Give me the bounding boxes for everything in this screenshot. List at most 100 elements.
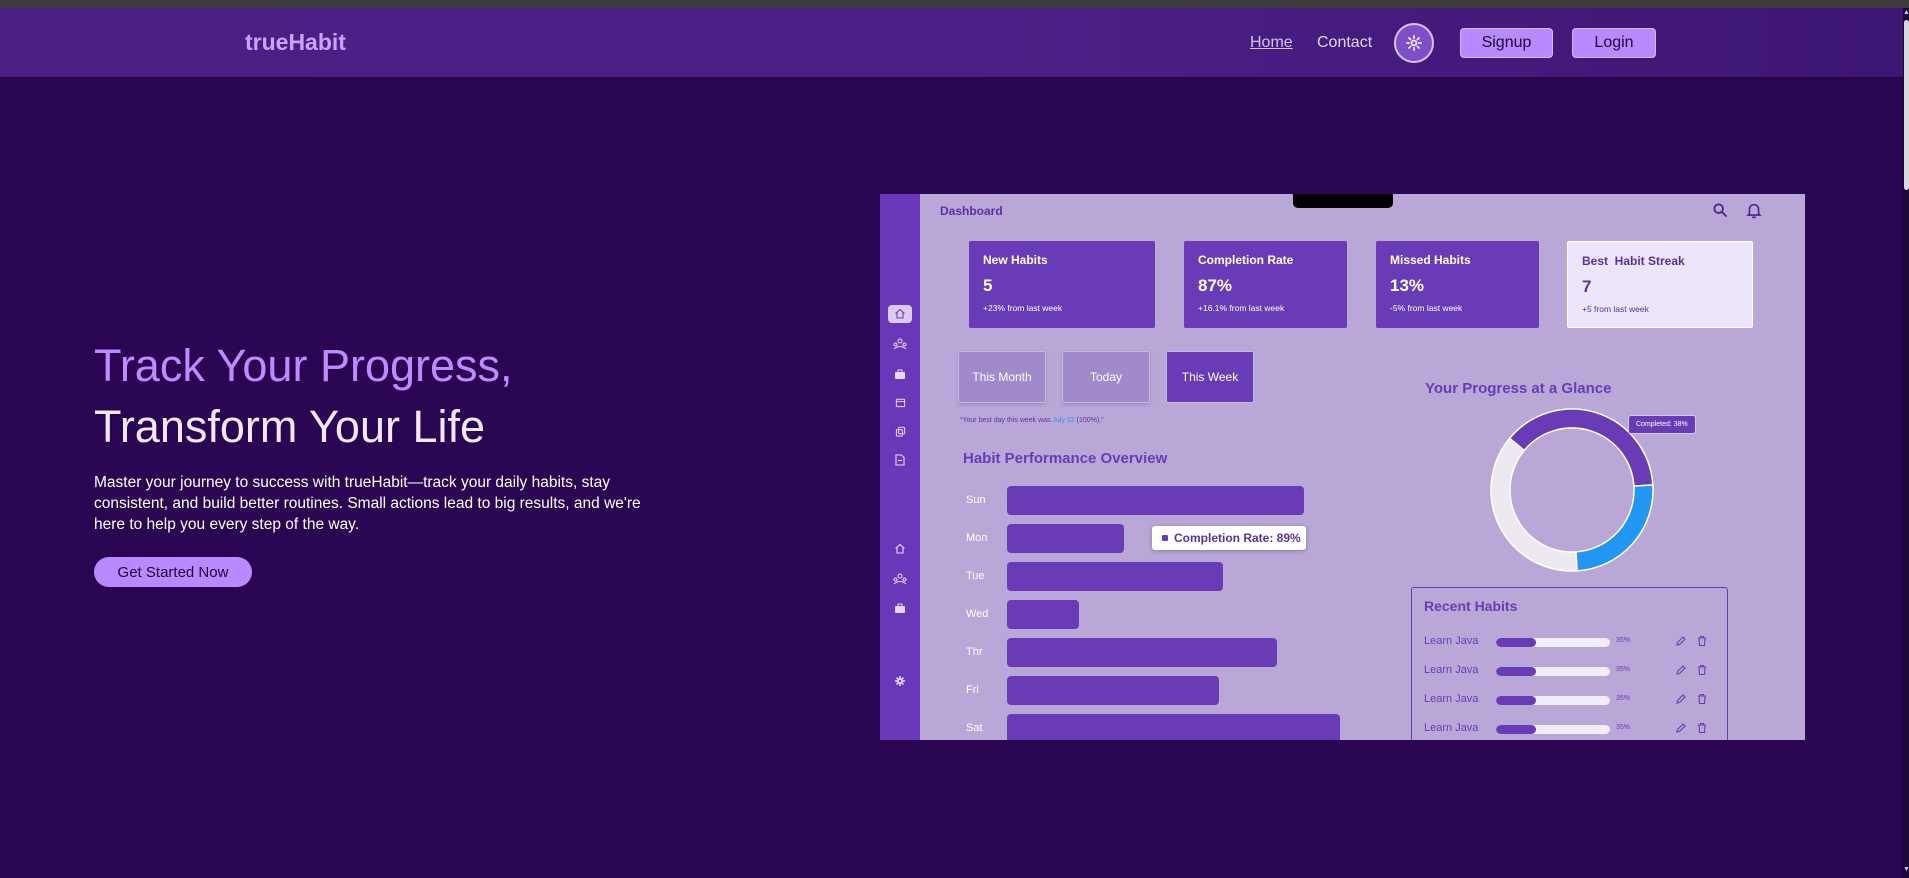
sidebar-home-icon[interactable] — [888, 305, 912, 323]
day-label-sat: Sat — [966, 722, 983, 734]
recent-habit-row: Learn Java 35% — [1424, 635, 1719, 649]
sidebar-briefcase-icon-2[interactable] — [888, 599, 912, 617]
chart-tooltip: Completion Rate: 89% — [1152, 526, 1306, 550]
recent-habit-row: Learn Java 35% — [1424, 693, 1719, 707]
browser-top-strip — [0, 0, 1909, 8]
sidebar-users-icon[interactable] — [888, 335, 912, 353]
stat-title: Missed Habits — [1390, 253, 1471, 267]
performance-bar-fri[interactable] — [1007, 676, 1219, 705]
page-scrollbar-thumb[interactable] — [1904, 20, 1909, 190]
device-notch — [1293, 194, 1393, 208]
habit-progress-bar — [1496, 725, 1610, 734]
brand-logo[interactable]: trueHabit — [245, 29, 346, 56]
performance-bar-mon[interactable] — [1007, 524, 1124, 553]
sidebar-briefcase-icon[interactable] — [888, 365, 912, 383]
stat-card-best-streak: Best Habit Streak 7 +5 from last week — [1567, 241, 1753, 328]
recent-habit-row: Learn Java 35% — [1424, 664, 1719, 678]
performance-chart-title: Habit Performance Overview — [963, 450, 1168, 467]
range-today-button[interactable]: Today — [1062, 351, 1150, 403]
range-this-week-button[interactable]: This Week — [1166, 351, 1254, 403]
top-navbar: trueHabit Home Contact Signup Login — [0, 8, 1903, 77]
sidebar-settings-icon[interactable] — [888, 672, 912, 690]
sidebar-copy-icon[interactable] — [888, 422, 912, 440]
habit-progress-bar — [1496, 667, 1610, 676]
hero-title-line2: Transform Your Life — [94, 401, 486, 452]
habit-percent: 35% — [1616, 637, 1631, 644]
day-label-wed: Wed — [966, 608, 989, 620]
stat-subtext: +5 from last week — [1582, 304, 1649, 314]
habit-progress-bar — [1496, 638, 1610, 647]
habit-progress-bar — [1496, 696, 1610, 705]
range-this-month-button[interactable]: This Month — [958, 351, 1046, 403]
stat-subtext: +23% from last week — [983, 303, 1063, 313]
get-started-button[interactable]: Get Started Now — [94, 557, 252, 587]
performance-bar-sat[interactable] — [1007, 714, 1340, 740]
habit-name: Learn Java — [1424, 635, 1479, 647]
day-label-tue: Tue — [966, 570, 985, 582]
performance-bar-sun[interactable] — [1007, 486, 1304, 515]
day-label-mon: Mon — [966, 532, 988, 544]
habit-percent: 35% — [1616, 724, 1631, 731]
stat-title: New Habits — [983, 253, 1048, 267]
hero-title-line1: Track Your Progress, — [94, 340, 513, 391]
habit-percent: 35% — [1616, 666, 1631, 673]
sidebar-users-icon-2[interactable] — [888, 570, 912, 588]
performance-bar-thr[interactable] — [1007, 638, 1277, 667]
dashboard-preview: Dashboard New Habits 5 +23% from last we… — [880, 194, 1805, 740]
habit-progress-fill — [1496, 696, 1536, 705]
dashboard-sidebar — [880, 194, 920, 740]
theme-toggle-button[interactable] — [1394, 23, 1434, 63]
performance-bar-tue[interactable] — [1007, 562, 1223, 591]
glance-title: Your Progress at a Glance — [1425, 380, 1612, 397]
stat-subtext: +16.1% from last week — [1198, 303, 1285, 313]
trash-icon[interactable] — [1696, 664, 1708, 676]
best-day-prefix: "Your best day this week was — [960, 417, 1053, 424]
habit-progress-fill — [1496, 667, 1536, 676]
dashboard-title: Dashboard — [940, 204, 1003, 218]
habit-percent: 35% — [1616, 695, 1631, 702]
donut-segment-white[interactable] — [1490, 437, 1578, 572]
donut-badge: Completed: 38% — [1628, 415, 1696, 434]
scroll-up-arrow-icon[interactable]: ▲ — [1903, 9, 1909, 16]
best-day-note: "Your best day this week was July 12 (10… — [960, 417, 1104, 424]
donut-segment-blue[interactable] — [1575, 484, 1654, 572]
login-button[interactable]: Login — [1572, 28, 1656, 58]
stat-value: 5 — [983, 276, 993, 295]
tooltip-marker — [1162, 535, 1168, 541]
sidebar-document-icon[interactable] — [888, 451, 912, 469]
recent-habit-row: Learn Java 35% — [1424, 722, 1719, 736]
bell-icon[interactable] — [1746, 202, 1762, 219]
edit-icon[interactable] — [1675, 635, 1687, 647]
trash-icon[interactable] — [1696, 722, 1708, 734]
performance-bar-wed[interactable] — [1007, 600, 1079, 629]
best-day-suffix: (100%)." — [1074, 417, 1104, 424]
nav-link-home[interactable]: Home — [1250, 34, 1293, 52]
stat-card-missed-habits: Missed Habits 13% -5% from last week — [1376, 241, 1539, 328]
edit-icon[interactable] — [1675, 693, 1687, 705]
sidebar-home-icon-2[interactable] — [888, 540, 912, 558]
gear-icon — [1405, 34, 1423, 52]
stat-title: Best Habit Streak — [1582, 254, 1685, 268]
stat-card-new-habits: New Habits 5 +23% from last week — [969, 241, 1155, 328]
stat-subtext: -5% from last week — [1390, 303, 1463, 313]
edit-icon[interactable] — [1675, 664, 1687, 676]
signup-button[interactable]: Signup — [1460, 28, 1553, 58]
stat-card-completion-rate: Completion Rate 87% +16.1% from last wee… — [1184, 241, 1347, 328]
habit-name: Learn Java — [1424, 693, 1479, 705]
sidebar-calendar-icon[interactable] — [888, 393, 912, 411]
stat-value: 7 — [1582, 277, 1592, 296]
trash-icon[interactable] — [1696, 635, 1708, 647]
search-icon[interactable] — [1712, 202, 1728, 218]
stat-title: Completion Rate — [1198, 253, 1294, 267]
nav-link-contact[interactable]: Contact — [1317, 34, 1372, 52]
recent-habits-panel: Recent Habits Learn Java 35% Learn Java 35%… — [1411, 587, 1728, 740]
day-label-fri: Fri — [966, 684, 979, 696]
scroll-down-arrow-icon[interactable]: ▼ — [1903, 866, 1909, 873]
best-day-date: July 12 — [1052, 417, 1075, 424]
edit-icon[interactable] — [1675, 722, 1687, 734]
habit-progress-fill — [1496, 725, 1536, 734]
habit-name: Learn Java — [1424, 722, 1479, 734]
day-label-sun: Sun — [966, 494, 986, 506]
stat-value: 13% — [1390, 276, 1425, 295]
trash-icon[interactable] — [1696, 693, 1708, 705]
